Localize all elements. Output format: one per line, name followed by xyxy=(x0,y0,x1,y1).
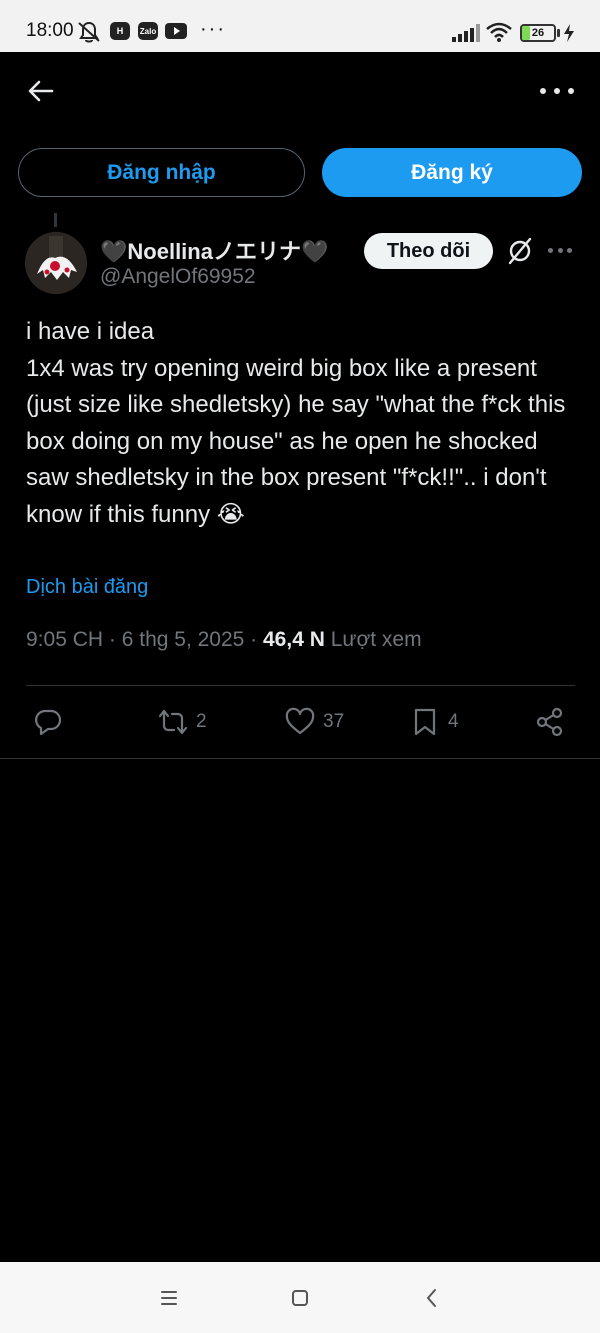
tweet-more-icon[interactable] xyxy=(548,245,572,255)
translate-link[interactable]: Dịch bài đăng xyxy=(26,576,148,599)
signup-button[interactable]: Đăng ký xyxy=(322,148,582,197)
retweet-count: 2 xyxy=(196,711,207,732)
dot xyxy=(548,247,553,253)
avatar[interactable] xyxy=(25,232,87,294)
wifi-icon xyxy=(486,22,512,42)
signal-icon xyxy=(452,24,480,42)
tweet-text: i have i idea 1x4 was try opening weird … xyxy=(26,318,566,528)
reply-button[interactable] xyxy=(33,705,63,739)
charging-icon xyxy=(564,24,574,42)
heart-icon xyxy=(285,707,315,735)
menu-icon[interactable] xyxy=(153,1282,185,1314)
status-time: 18:00 xyxy=(26,20,74,41)
muted-bell-icon xyxy=(78,21,100,43)
retweet-icon xyxy=(158,709,188,735)
login-button[interactable]: Đăng nhập xyxy=(18,148,305,197)
status-bar: 18:00 H Zalo ··· 26 xyxy=(0,0,600,52)
dot xyxy=(557,247,563,253)
battery-indicator: 26 xyxy=(520,24,556,42)
bookmark-button[interactable]: 4 xyxy=(410,705,459,739)
battery-nub xyxy=(557,29,560,37)
meta-separator: · xyxy=(103,628,122,651)
bookmark-icon xyxy=(414,708,436,736)
dot xyxy=(554,88,560,94)
user-handle[interactable]: @AngelOf69952 xyxy=(100,265,256,289)
tweet-date[interactable]: 6 thg 5, 2025 xyxy=(122,628,245,651)
like-count: 37 xyxy=(323,711,345,732)
views-count: 46,4 N xyxy=(263,628,325,651)
views-label: Lượt xem xyxy=(330,628,422,651)
youtube-icon xyxy=(165,23,187,39)
bookmark-count: 4 xyxy=(448,711,459,732)
avatar-image xyxy=(25,232,87,294)
retweet-button[interactable]: 2 xyxy=(158,705,207,739)
app-h-icon: H xyxy=(110,22,130,40)
divider xyxy=(26,685,575,686)
zalo-icon: Zalo xyxy=(138,22,158,40)
meta-separator: · xyxy=(244,628,263,651)
tweet-meta: 9:05 CH · 6 thg 5, 2025 · 46,4 N Lượt xe… xyxy=(26,628,422,652)
like-button[interactable]: 37 xyxy=(285,705,344,739)
dot xyxy=(540,88,546,94)
display-name[interactable]: 🖤Noellinaノエリナ🖤 xyxy=(100,234,328,266)
dot xyxy=(567,247,572,253)
follow-button[interactable]: Theo dõi xyxy=(364,233,493,269)
status-overflow-icon: ··· xyxy=(200,18,226,40)
home-square-icon[interactable] xyxy=(284,1282,316,1314)
share-button[interactable] xyxy=(535,705,565,739)
battery-level: 26 xyxy=(531,27,545,39)
more-options-icon[interactable] xyxy=(540,80,574,102)
battery-fill xyxy=(522,26,531,40)
back-arrow-icon[interactable] xyxy=(26,76,56,106)
divider xyxy=(0,758,600,759)
share-icon xyxy=(536,707,563,737)
tweet-time[interactable]: 9:05 CH xyxy=(26,628,103,651)
thread-line xyxy=(54,213,57,227)
reply-icon xyxy=(35,709,62,736)
dot xyxy=(568,88,574,94)
grok-icon[interactable] xyxy=(506,237,534,265)
system-back-icon[interactable] xyxy=(416,1282,448,1314)
system-nav-bar xyxy=(0,1262,600,1333)
